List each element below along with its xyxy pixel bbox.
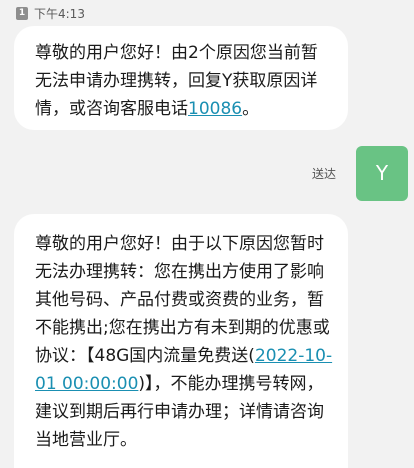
incoming-message-bubble: 尊敬的用户您好！由于以下原因您暂时无法办理携转：您在携出方使用了影响其他号码、产…	[14, 214, 348, 468]
message-text: 尊敬的用户您好！由2个原因您当前暂无法申请办理携转，回复Y获取原因详情，或咨询客…	[35, 43, 318, 119]
message-time: 下午4:13	[34, 6, 85, 21]
sent-message-bubble[interactable]: Y	[356, 146, 408, 201]
delivery-status: 送达	[312, 167, 337, 181]
incoming-message-bubble: 尊敬的用户您好！由2个原因您当前暂无法申请办理携转，回复Y获取原因详情，或咨询客…	[14, 26, 348, 130]
sms-header: 1 下午4:13	[16, 4, 85, 22]
sim-card-icon: 1	[16, 6, 28, 20]
message-text-end: 。	[242, 99, 260, 119]
phone-link[interactable]: 10086	[188, 99, 242, 119]
